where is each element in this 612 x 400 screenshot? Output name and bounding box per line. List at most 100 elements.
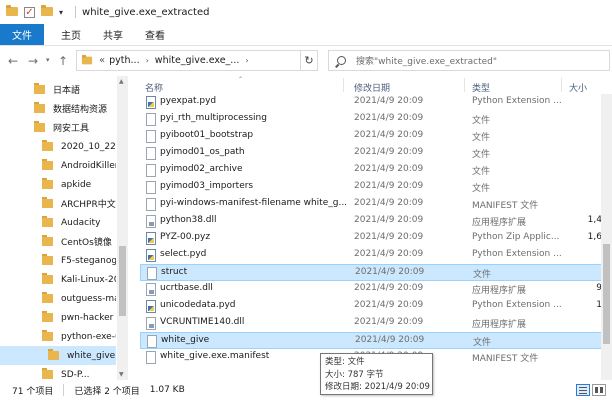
file-list: ⌃ 名称 修改日期 类型 大小 pyexpat.pyd 2021/4/9 20:0… <box>128 76 612 380</box>
file-name: PYZ-00.pyz <box>160 232 211 242</box>
table-row[interactable]: VCRUNTIME140.dll 2021/4/9 20:09 应用程序扩展 <box>140 315 602 332</box>
column-type[interactable]: 类型 <box>472 81 490 94</box>
tab-view[interactable]: 查看 <box>134 24 176 45</box>
nav-item[interactable]: outguess-ma <box>0 289 116 308</box>
view-switcher <box>574 384 606 396</box>
forward-arrow-icon[interactable]: → <box>28 54 38 68</box>
nav-item[interactable]: 日本語 <box>0 80 116 99</box>
nav-item-label: 2020_10_22 <box>61 141 116 152</box>
table-row[interactable]: select.pyd 2021/4/9 20:09 Python Extension… <box>140 247 602 264</box>
scroll-down-icon[interactable]: ▼ <box>119 371 124 378</box>
file-name: pyimod03_importers <box>160 181 254 191</box>
nav-item-label: Audacity <box>61 217 101 228</box>
nav-item-label: Kali-Linux-20 <box>61 274 116 285</box>
file-type: Python Extension ... <box>472 249 562 259</box>
scroll-up-icon[interactable]: ▲ <box>119 78 124 85</box>
file-list-scroll-thumb[interactable] <box>603 244 610 344</box>
table-row[interactable]: pyimod02_archive 2021/4/9 20:09 文件 <box>140 162 602 179</box>
tab-home[interactable]: 主页 <box>50 24 92 45</box>
table-row[interactable]: ucrtbase.dll 2021/4/9 20:09 应用程序扩展 9 <box>140 281 602 298</box>
new-folder-icon[interactable] <box>41 5 53 17</box>
nav-item[interactable]: F5-steganogr <box>0 251 116 270</box>
nav-item[interactable]: pwn-hacker <box>0 308 116 327</box>
breadcrumb-overflow[interactable]: « <box>99 55 105 66</box>
table-row[interactable]: pyexpat.pyd 2021/4/9 20:09 Python Extensio… <box>140 94 602 111</box>
chevron-right-icon[interactable]: › <box>146 56 149 65</box>
tab-share[interactable]: 共享 <box>92 24 134 45</box>
table-row[interactable]: pyimod01_os_path 2021/4/9 20:09 文件 <box>140 145 602 162</box>
nav-item[interactable]: Kali-Linux-20 <box>0 270 116 289</box>
folder-icon <box>42 140 53 151</box>
status-separator <box>63 384 65 396</box>
properties-icon[interactable]: ✓ <box>24 6 35 18</box>
nav-item[interactable]: ARCHPR中文 <box>0 194 116 213</box>
table-row[interactable]: white_give 2021/4/9 20:09 文件 <box>140 332 602 349</box>
nav-scrollbar[interactable]: ▲ ▼ <box>117 76 128 380</box>
table-row[interactable]: pyi-windows-manifest-filename white_g...… <box>140 196 602 213</box>
file-name: white_give <box>161 335 210 345</box>
file-name: ucrtbase.dll <box>160 283 213 293</box>
file-type: Python Extension ... <box>472 96 562 106</box>
nav-item-label: 日本語 <box>53 86 81 96</box>
file-icon <box>147 267 157 280</box>
dll-file-icon <box>146 283 156 296</box>
tab-file[interactable]: 文件 <box>0 24 44 45</box>
selection-count: 已选择 2 个项目 <box>74 386 140 397</box>
nav-item[interactable]: SD-P... <box>0 365 116 380</box>
table-row[interactable]: PYZ-00.pyz 2021/4/9 20:09 Python Zip Appli… <box>140 230 602 247</box>
table-row[interactable]: pyi_rth_multiprocessing 2021/4/9 20:09 文件 <box>140 111 602 128</box>
column-divider[interactable] <box>561 78 562 92</box>
file-type: 文件 <box>472 133 491 143</box>
search-input[interactable]: 搜索"white_give.exe_extracted" <box>328 50 610 71</box>
file-name: pyimod02_archive <box>160 164 243 174</box>
file-date: 2021/4/9 20:09 <box>354 147 424 157</box>
address-bar[interactable]: « pyth... › white_give.exe_... › <box>76 50 318 71</box>
folder-icon <box>42 292 53 303</box>
nav-item-label: F5-steganogr <box>61 255 116 266</box>
table-row[interactable]: pyimod03_importers 2021/4/9 20:09 文件 <box>140 179 602 196</box>
nav-item[interactable]: 数据结构资源 <box>0 99 116 118</box>
table-row[interactable]: unicodedata.pyd 2021/4/9 20:09 Python Exte… <box>140 298 602 315</box>
nav-item-label: 网安工具 <box>53 124 90 134</box>
table-row[interactable]: python38.dll 2021/4/9 20:09 应用程序扩展 1,4 <box>140 213 602 230</box>
nav-item[interactable]: AndroidKiller <box>0 156 116 175</box>
refresh-icon[interactable]: ↻ <box>300 50 318 71</box>
column-divider[interactable] <box>343 78 344 92</box>
up-arrow-icon[interactable]: ↑ <box>58 54 68 68</box>
file-name: struct <box>161 267 188 277</box>
nav-scroll-thumb[interactable] <box>119 246 126 316</box>
nav-item[interactable]: white_give.e <box>0 346 116 365</box>
quick-access-dropdown-icon[interactable]: ▾ <box>59 8 63 17</box>
navigation-pane: 日本語数据结构资源网安工具 2020_10_22 AndroidKiller apki… <box>0 76 128 380</box>
file-name: pyexpat.pyd <box>160 96 217 106</box>
nav-item[interactable]: Audacity <box>0 213 116 232</box>
nav-item[interactable]: apkide <box>0 175 116 194</box>
folder-icon <box>34 102 45 113</box>
nav-item[interactable]: 2020_10_22 <box>0 137 116 156</box>
title-separator <box>75 6 77 18</box>
recent-locations-icon[interactable]: ▾ <box>46 56 50 64</box>
chevron-right-icon[interactable]: › <box>245 56 248 65</box>
file-date: 2021/4/9 20:09 <box>355 267 425 277</box>
column-size[interactable]: 大小 <box>569 81 587 94</box>
file-name: white_give.exe.manifest <box>160 351 270 361</box>
column-date[interactable]: 修改日期 <box>354 81 390 94</box>
details-view-icon[interactable] <box>576 384 590 396</box>
file-type: 文件 <box>473 338 492 348</box>
file-name: pyi-windows-manifest-filename white_g... <box>160 198 348 208</box>
nav-item[interactable]: python-exe-u <box>0 327 116 346</box>
column-name[interactable]: 名称 <box>145 81 163 94</box>
breadcrumb-python[interactable]: pyth... <box>109 55 139 66</box>
file-list-scrollbar[interactable] <box>601 94 612 380</box>
ribbon-tabs: 文件 主页 共享 查看 <box>0 24 612 46</box>
search-placeholder: 搜索"white_give.exe_extracted" <box>356 57 497 67</box>
nav-item[interactable]: CentOs镜像 <box>0 232 116 251</box>
large-icons-view-icon[interactable] <box>592 384 606 396</box>
column-divider[interactable] <box>464 78 465 92</box>
table-row[interactable]: pyiboot01_bootstrap 2021/4/9 20:09 文件 <box>140 128 602 145</box>
breadcrumb-current[interactable]: white_give.exe_... <box>155 55 240 66</box>
back-arrow-icon[interactable]: ← <box>8 54 18 68</box>
file-type: 应用程序扩展 <box>472 218 527 228</box>
table-row[interactable]: struct 2021/4/9 20:09 文件 <box>140 264 602 281</box>
nav-item[interactable]: 网安工具 <box>0 118 116 137</box>
